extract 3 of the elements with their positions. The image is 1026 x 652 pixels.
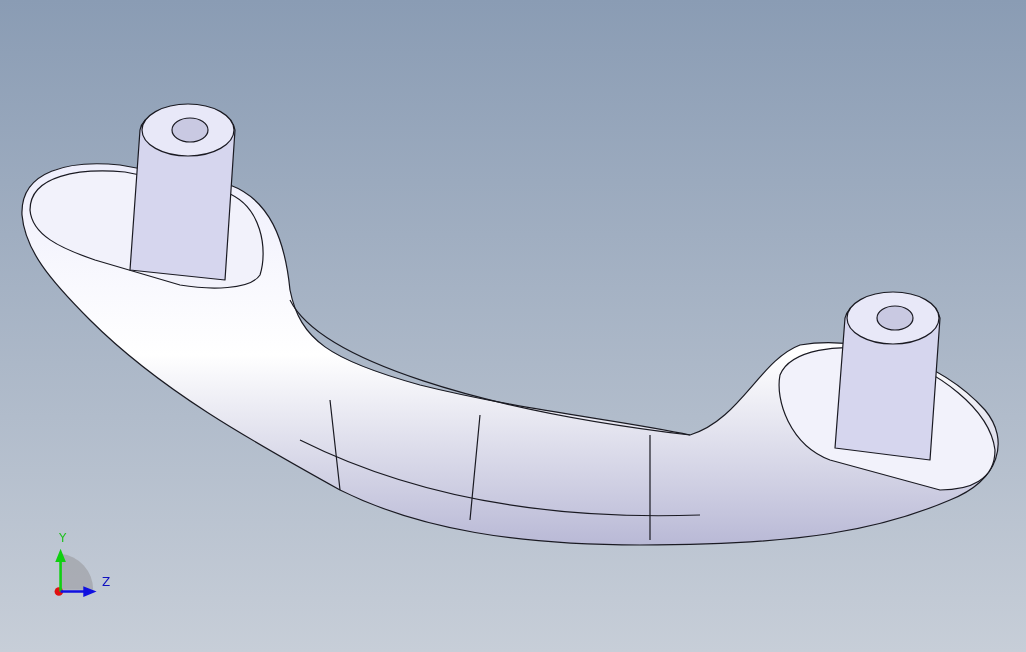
y-axis-label: Y [59, 531, 67, 545]
graphics-viewport[interactable]: Y Z [0, 0, 1026, 652]
z-axis-label: Z [102, 575, 111, 589]
